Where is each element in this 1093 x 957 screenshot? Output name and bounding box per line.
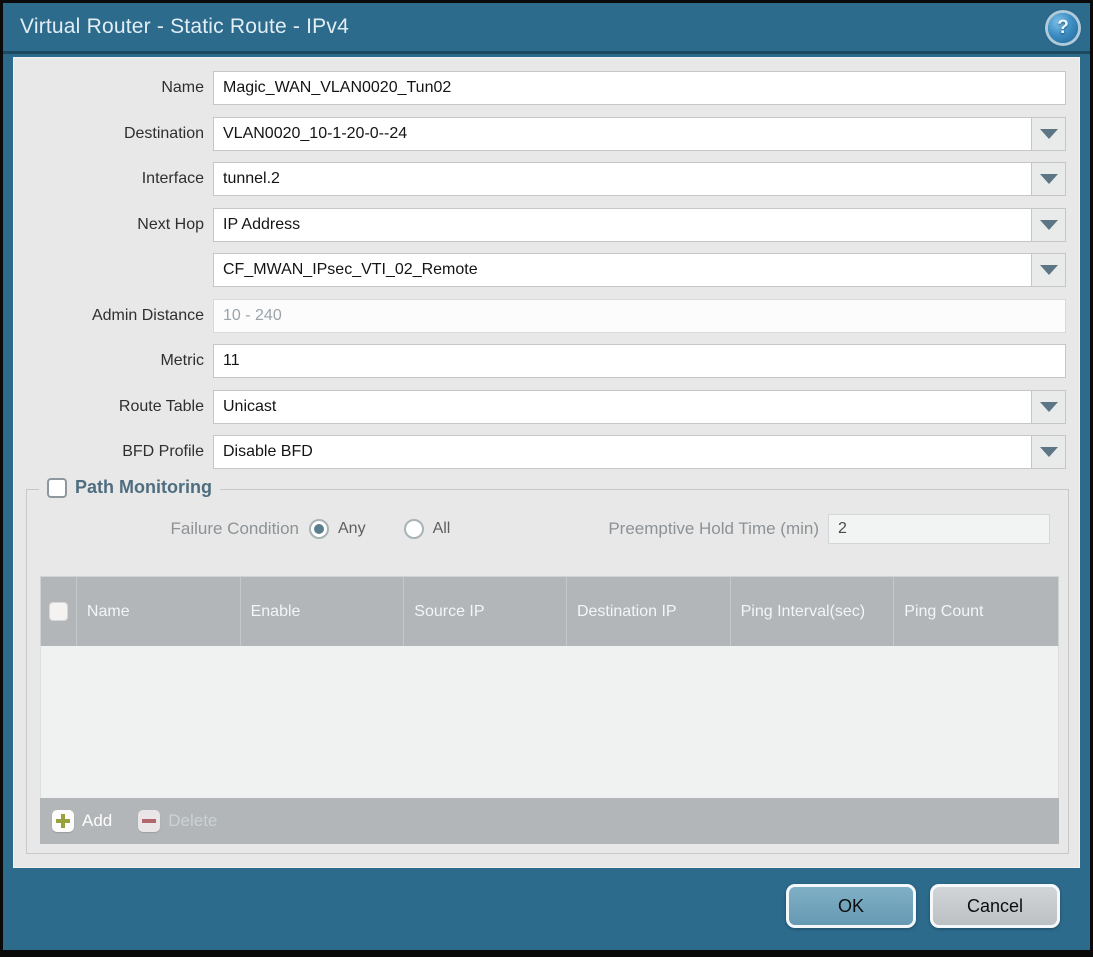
path-monitoring-title: Path Monitoring: [75, 477, 212, 498]
bfd-profile-label: BFD Profile: [14, 443, 213, 461]
metric-field-wrap: [213, 344, 1066, 378]
add-plus-icon: [52, 810, 74, 832]
header-checkbox-cell: [41, 577, 77, 646]
bfd-profile-dropdown-button[interactable]: [1031, 435, 1066, 469]
next-hop-field-wrap: [213, 208, 1066, 242]
bfd-profile-input[interactable]: [213, 435, 1066, 469]
table-header: Name Enable Source IP Destination IP Pin…: [40, 576, 1059, 646]
chevron-down-icon: [1040, 265, 1058, 275]
next-hop-address-input[interactable]: [213, 253, 1066, 287]
name-field-wrap: [213, 71, 1066, 105]
interface-label: Interface: [14, 170, 213, 188]
path-monitoring-section: Path Monitoring Failure Condition Any Al…: [26, 489, 1069, 854]
delete-button-label: Delete: [168, 811, 217, 831]
row-destination: Destination: [14, 117, 1066, 151]
preemptive-hold-time-input[interactable]: [828, 514, 1050, 544]
route-table-input[interactable]: [213, 390, 1066, 424]
help-icon[interactable]: ?: [1048, 13, 1078, 43]
next-hop-type-input[interactable]: [213, 208, 1066, 242]
column-header-name: Name: [77, 577, 241, 646]
interface-input[interactable]: [213, 162, 1066, 196]
admin-distance-input[interactable]: [213, 299, 1066, 333]
path-monitoring-legend: Path Monitoring: [39, 477, 220, 498]
failure-condition-all-radio[interactable]: [404, 519, 424, 539]
failure-condition-label: Failure Condition: [27, 519, 309, 539]
row-bfd-profile: BFD Profile: [14, 435, 1066, 469]
destination-input[interactable]: [213, 117, 1066, 151]
name-label: Name: [14, 79, 213, 97]
radio-dot: [314, 524, 324, 534]
cancel-button[interactable]: Cancel: [930, 884, 1060, 928]
chevron-down-icon: [1040, 220, 1058, 230]
destination-field-wrap: [213, 117, 1066, 151]
next-hop-address-dropdown-button[interactable]: [1031, 253, 1066, 287]
admin-distance-label: Admin Distance: [14, 307, 213, 325]
row-admin-distance: Admin Distance: [14, 299, 1066, 333]
row-metric: Metric: [14, 344, 1066, 378]
column-header-enable: Enable: [241, 577, 405, 646]
dialog-title: Virtual Router - Static Route - IPv4: [20, 15, 349, 39]
interface-dropdown-button[interactable]: [1031, 162, 1066, 196]
row-interface: Interface: [14, 162, 1066, 196]
row-next-hop-address: [14, 253, 1066, 287]
next-hop-type-dropdown-button[interactable]: [1031, 208, 1066, 242]
metric-input[interactable]: [213, 344, 1066, 378]
destination-dropdown-button[interactable]: [1031, 117, 1066, 151]
failure-condition-row: Failure Condition Any All Preemptive Hol…: [27, 514, 1068, 544]
failure-condition-any-radio[interactable]: [309, 519, 329, 539]
failure-condition-all-label: All: [433, 520, 451, 538]
row-name: Name: [14, 71, 1066, 105]
preemptive-hold-time-label: Preemptive Hold Time (min): [608, 519, 828, 539]
bfd-profile-field-wrap: [213, 435, 1066, 469]
delete-button[interactable]: Delete: [138, 810, 217, 832]
path-monitoring-checkbox[interactable]: [47, 478, 67, 498]
column-header-source-ip: Source IP: [404, 577, 567, 646]
add-button-label: Add: [82, 811, 112, 831]
ok-button[interactable]: OK: [786, 884, 916, 928]
delete-minus-icon: [138, 810, 160, 832]
chevron-down-icon: [1040, 402, 1058, 412]
chevron-down-icon: [1040, 129, 1058, 139]
dialog-content: Name Destination Interface: [13, 57, 1080, 868]
interface-field-wrap: [213, 162, 1066, 196]
table-body-empty: [40, 646, 1059, 798]
route-table-field-wrap: [213, 390, 1066, 424]
route-table-dropdown-button[interactable]: [1031, 390, 1066, 424]
column-header-ping-interval: Ping Interval(sec): [731, 577, 895, 646]
table-toolbar: Add Delete: [40, 798, 1059, 844]
failure-condition-any-label: Any: [338, 520, 366, 538]
column-header-ping-count: Ping Count: [894, 577, 1058, 646]
select-all-checkbox[interactable]: [49, 602, 68, 621]
screenshot-frame: Virtual Router - Static Route - IPv4 ? N…: [0, 0, 1093, 957]
next-hop-address-field-wrap: [213, 253, 1066, 287]
static-route-dialog: Virtual Router - Static Route - IPv4 ? N…: [3, 3, 1090, 950]
path-monitoring-table: Name Enable Source IP Destination IP Pin…: [40, 576, 1059, 844]
next-hop-label: Next Hop: [14, 216, 213, 234]
row-route-table: Route Table: [14, 390, 1066, 424]
help-glyph: ?: [1057, 17, 1069, 39]
row-next-hop: Next Hop: [14, 208, 1066, 242]
column-header-destination-ip: Destination IP: [567, 577, 731, 646]
chevron-down-icon: [1040, 447, 1058, 457]
admin-distance-field-wrap: [213, 299, 1066, 333]
chevron-down-icon: [1040, 174, 1058, 184]
destination-label: Destination: [14, 125, 213, 143]
metric-label: Metric: [14, 352, 213, 370]
add-button[interactable]: Add: [52, 810, 112, 832]
name-input[interactable]: [213, 71, 1066, 105]
dialog-titlebar: Virtual Router - Static Route - IPv4 ?: [3, 3, 1090, 54]
route-table-label: Route Table: [14, 398, 213, 416]
